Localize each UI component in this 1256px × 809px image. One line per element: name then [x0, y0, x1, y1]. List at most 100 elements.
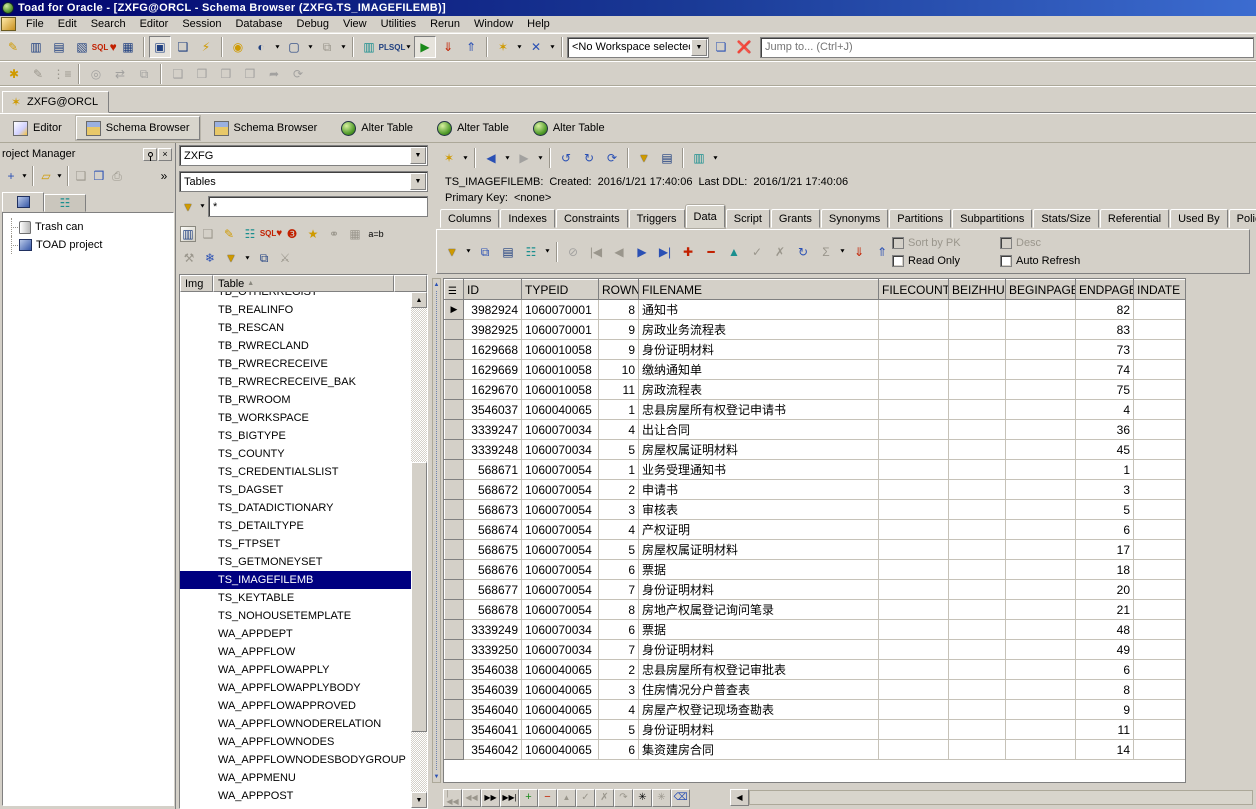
save-all-button[interactable]	[239, 63, 261, 85]
execute-button[interactable]	[414, 36, 436, 58]
connection-tab[interactable]: ZXFG@ORCL	[2, 91, 109, 113]
grid-cell-filecount[interactable]	[879, 440, 949, 460]
nav-clear-filter-button[interactable]	[671, 789, 690, 807]
grid-data-row[interactable]: 3546039 1060040065 3 住房情况分户普查表 8	[445, 680, 1186, 700]
grid-column-header[interactable]: FILENAME	[639, 280, 879, 300]
grid-cell-indate[interactable]	[1134, 460, 1186, 480]
grid-cell-filename[interactable]: 房政业务流程表	[639, 320, 879, 340]
copy-to-clipboard-button[interactable]	[474, 241, 496, 263]
grid-cell-rowno[interactable]: 3	[599, 680, 639, 700]
table-list-item[interactable]: TS_BIGTYPE	[180, 427, 411, 445]
grid-column-header[interactable]: ENDPAGE	[1076, 280, 1134, 300]
copy-session-button[interactable]	[316, 36, 338, 58]
favorites-icon[interactable]	[304, 225, 322, 243]
grid-cell-rowno[interactable]: 4	[599, 700, 639, 720]
grid-cell-filename[interactable]: 票据	[639, 620, 879, 640]
grid-cell-indate[interactable]	[1134, 400, 1186, 420]
row-selector-cell[interactable]	[445, 560, 464, 580]
view-details-icon[interactable]	[180, 226, 196, 242]
grid-cell-indate[interactable]	[1134, 700, 1186, 720]
tab-database-view[interactable]	[44, 194, 86, 212]
grid-cell-beizhhu[interactable]	[949, 500, 1006, 520]
grid-data-row[interactable]: 3546037 1060040065 1 忠县房屋所有权登记申请书 4	[445, 400, 1186, 420]
grid-cell-beizhhu[interactable]	[949, 700, 1006, 720]
detail-tab[interactable]: Data	[686, 205, 725, 228]
table-list-item[interactable]: WA_APPFLOWNODERELATION	[180, 715, 411, 733]
grid-cell-filename[interactable]: 通知书	[639, 300, 879, 320]
disconnect-dropdown[interactable]	[548, 38, 557, 56]
grid-cell-rowno[interactable]: 7	[599, 640, 639, 660]
grid-cell-id[interactable]: 568674	[464, 520, 522, 540]
grid-cell-indate[interactable]	[1134, 480, 1186, 500]
grid-data-row[interactable]: 568676 1060070054 6 票据 18	[445, 560, 1186, 580]
nav-next-page-button[interactable]	[481, 789, 500, 807]
row-selector-cell[interactable]	[445, 740, 464, 760]
nav-prior-page-button[interactable]	[462, 789, 481, 807]
grid-data-row[interactable]: 3339247 1060070034 4 出让合同 36	[445, 420, 1186, 440]
grid-cell-beizhhu[interactable]	[949, 620, 1006, 640]
row-selector-cell[interactable]	[445, 500, 464, 520]
grid-cell-rowno[interactable]: 2	[599, 660, 639, 680]
grid-cell-beizhhu[interactable]	[949, 340, 1006, 360]
grid-filter-dropdown[interactable]	[464, 243, 473, 261]
grid-cell-beizhhu[interactable]	[949, 720, 1006, 740]
grid-option-checkbox[interactable]: Auto Refresh	[1000, 252, 1120, 270]
table-list-item[interactable]: TS_COUNTY	[180, 445, 411, 463]
new-project-button[interactable]	[72, 165, 90, 187]
table-list-item[interactable]: TS_DAGSET	[180, 481, 411, 499]
grid-cell-filecount[interactable]	[879, 300, 949, 320]
grid-cell-id[interactable]: 3546038	[464, 660, 522, 680]
grid-cell-endpage[interactable]: 8	[1076, 680, 1134, 700]
nav-bookmark-button[interactable]	[633, 789, 652, 807]
save-as-button[interactable]	[215, 63, 237, 85]
export-data-icon[interactable]	[241, 225, 259, 243]
grid-cell-beginpage[interactable]	[1006, 300, 1076, 320]
new-session-dropdown[interactable]	[273, 38, 282, 56]
next-object-button[interactable]	[513, 147, 535, 169]
refresh-grid-button[interactable]	[792, 241, 814, 263]
column-header-table[interactable]: Table▲	[213, 275, 394, 292]
grid-cell-typeid[interactable]: 1060070001	[522, 300, 599, 320]
menu-item[interactable]: File	[19, 17, 51, 31]
nav-last-button[interactable]	[500, 789, 519, 807]
grid-cell-beizhhu[interactable]	[949, 660, 1006, 680]
grid-cell-filename[interactable]: 房政流程表	[639, 380, 879, 400]
grid-cell-indate[interactable]	[1134, 540, 1186, 560]
grid-cell-typeid[interactable]: 1060070054	[522, 500, 599, 520]
grid-cell-id[interactable]: 568672	[464, 480, 522, 500]
grid-cell-typeid[interactable]: 1060070054	[522, 520, 599, 540]
pin-panel-button[interactable]	[143, 148, 157, 161]
detail-tab[interactable]: Triggers	[629, 209, 685, 228]
grid-data-row[interactable]: 568672 1060070054 2 申请书 3	[445, 480, 1186, 500]
window-tab[interactable]: Alter Table	[427, 116, 519, 140]
chart-view-button[interactable]	[688, 147, 710, 169]
sql-monitor-button[interactable]: SQL	[94, 36, 116, 58]
grid-cell-id[interactable]: 3982924	[464, 300, 522, 320]
row-selector-cell[interactable]	[445, 520, 464, 540]
grid-cell-indate[interactable]	[1134, 580, 1186, 600]
table-list-scrollbar[interactable]: ▲ ▼	[411, 292, 427, 808]
grid-cell-endpage[interactable]: 75	[1076, 380, 1134, 400]
grid-cell-beizhhu[interactable]	[949, 540, 1006, 560]
grid-cell-typeid[interactable]: 1060070034	[522, 640, 599, 660]
detail-tab[interactable]: Script	[726, 209, 770, 228]
row-selector-cell[interactable]	[445, 540, 464, 560]
grid-cell-id[interactable]: 1629669	[464, 360, 522, 380]
grid-cell-typeid[interactable]: 1060040065	[522, 660, 599, 680]
save-workspace-button[interactable]	[710, 36, 732, 58]
grid-cell-id[interactable]: 568677	[464, 580, 522, 600]
jump-to-input[interactable]	[760, 37, 1254, 58]
history-button[interactable]	[85, 63, 107, 85]
grid-data-row[interactable]: 3339248 1060070034 5 房屋权属证明材料 45	[445, 440, 1186, 460]
grid-cell-beizhhu[interactable]	[949, 600, 1006, 620]
grid-cell-endpage[interactable]: 6	[1076, 660, 1134, 680]
load-database-button[interactable]	[437, 36, 459, 58]
grid-cell-id[interactable]: 3339249	[464, 620, 522, 640]
menu-item[interactable]: Rerun	[423, 17, 467, 31]
grid-cell-indate[interactable]	[1134, 340, 1186, 360]
grid-cell-endpage[interactable]: 49	[1076, 640, 1134, 660]
grid-cell-beginpage[interactable]	[1006, 580, 1076, 600]
previous-object-button[interactable]	[480, 147, 502, 169]
grid-cell-filecount[interactable]	[879, 560, 949, 580]
compare-icon[interactable]: a=b	[367, 225, 385, 243]
